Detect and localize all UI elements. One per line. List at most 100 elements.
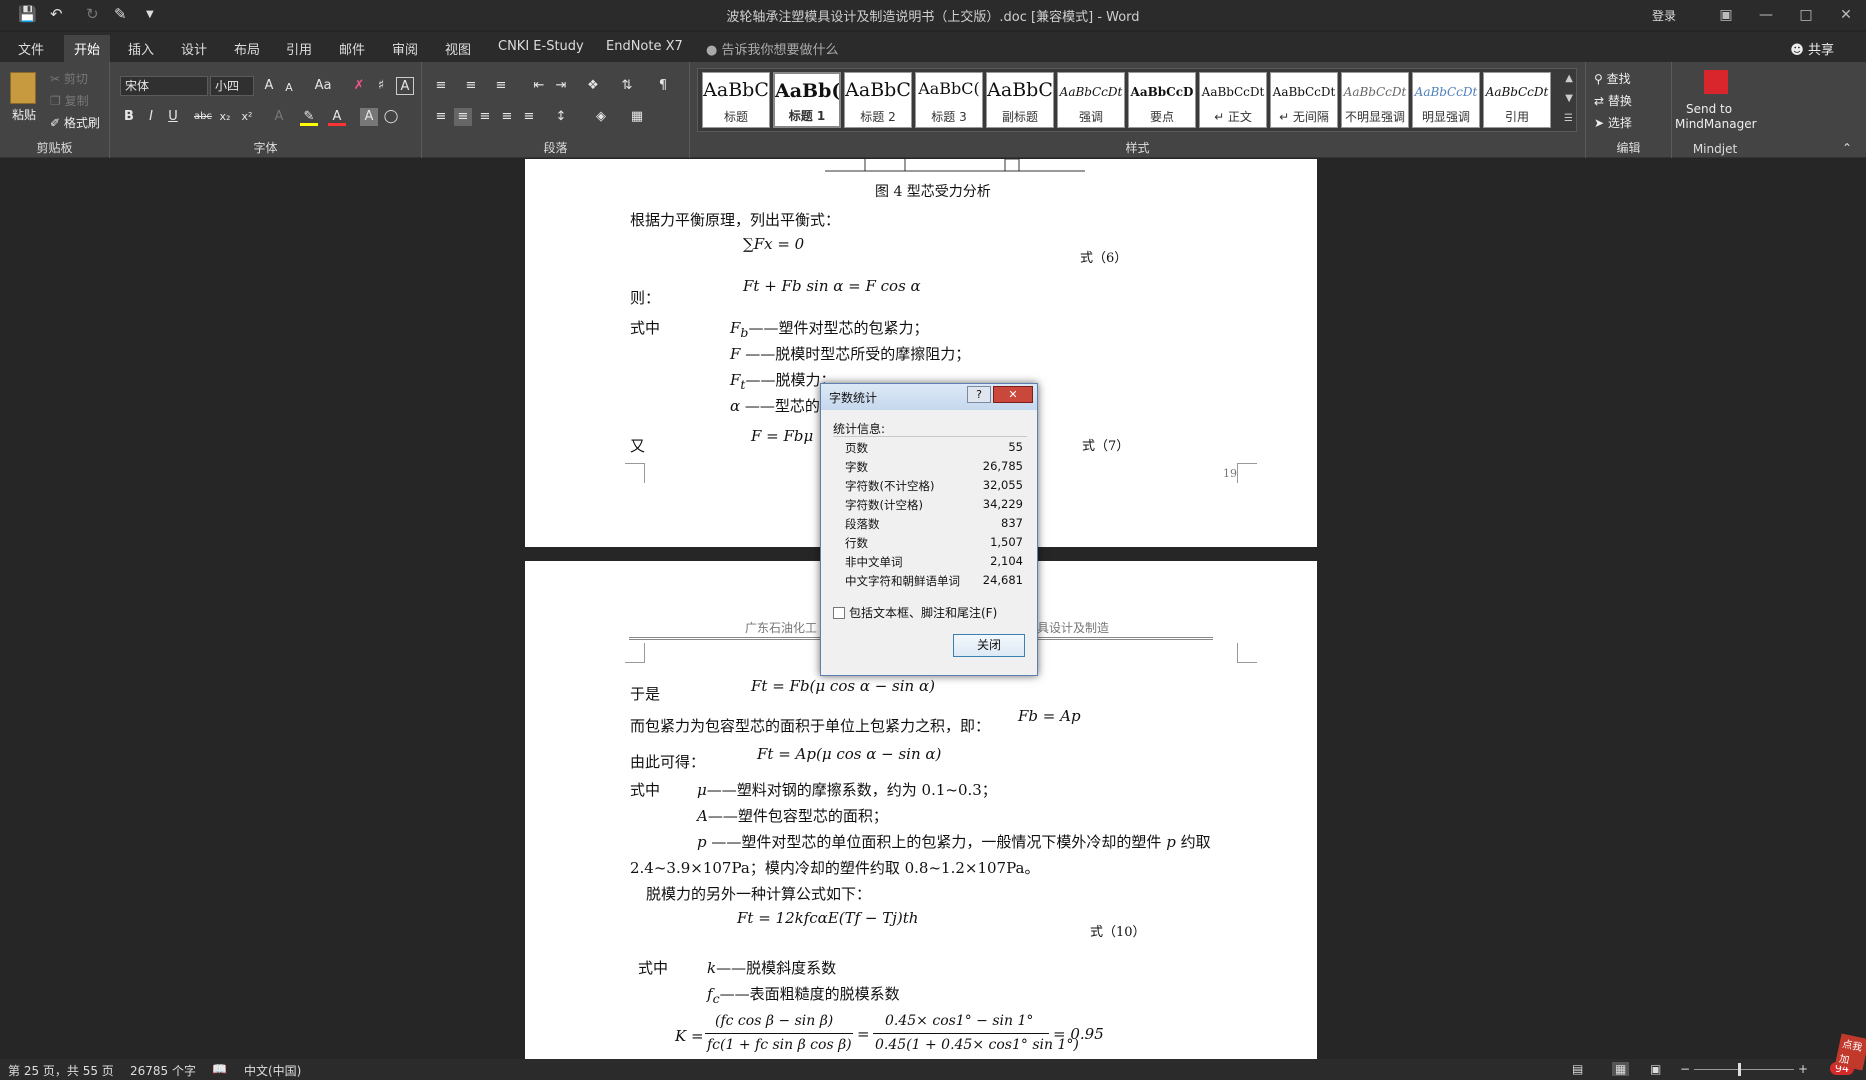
- style-subtitle[interactable]: AaBbC 副标题: [986, 72, 1054, 128]
- equation-lhs: K =: [675, 1027, 704, 1045]
- style-normal[interactable]: AaBbCcDt ↵ 正文: [1199, 72, 1267, 128]
- italic-icon[interactable]: I: [142, 108, 160, 126]
- mindmanager-icon[interactable]: [1704, 70, 1728, 94]
- strikethrough-icon[interactable]: abc: [194, 108, 212, 126]
- styles-scroll-down-icon[interactable]: ▼: [1565, 93, 1573, 104]
- tab-file[interactable]: 文件: [18, 39, 44, 58]
- corner-widget[interactable]: 点我加: [1834, 1033, 1866, 1071]
- tab-review[interactable]: 审阅: [392, 39, 418, 58]
- font-size-combo[interactable]: 小四: [210, 76, 254, 96]
- style-heading2[interactable]: AaBbC 标题 2: [844, 72, 912, 128]
- style-no-spacing[interactable]: AaBbCcDt ↵ 无间隔: [1270, 72, 1338, 128]
- zoom-in-icon[interactable]: +: [1798, 1062, 1808, 1076]
- shrink-font-icon[interactable]: A: [280, 79, 298, 97]
- read-mode-icon[interactable]: ▤: [1572, 1062, 1583, 1076]
- align-center-icon[interactable]: ≡: [454, 108, 472, 126]
- clear-format-icon[interactable]: ✗: [350, 77, 368, 95]
- include-textboxes-checkbox[interactable]: 包括文本框、脚注和尾注(F): [833, 604, 997, 621]
- char-border-icon[interactable]: A: [396, 77, 414, 95]
- tab-cnki[interactable]: CNKI E-Study: [498, 39, 584, 54]
- align-right-icon[interactable]: ≡: [476, 108, 494, 126]
- login-link[interactable]: 登录: [1652, 7, 1676, 24]
- style-intense-emphasis[interactable]: AaBbCcDt 明显强调: [1412, 72, 1480, 128]
- replace-button[interactable]: ⇄ 替换: [1594, 92, 1632, 109]
- justify-icon[interactable]: ≡: [498, 108, 516, 126]
- paste-icon[interactable]: [10, 72, 36, 104]
- align-left-icon[interactable]: ≡: [432, 108, 450, 126]
- decrease-indent-icon[interactable]: ⇤: [530, 77, 548, 95]
- print-layout-icon[interactable]: ▦: [1612, 1062, 1630, 1076]
- style-heading3[interactable]: AaBbC(标题 3: [915, 72, 983, 128]
- style-quote[interactable]: AaBbCcDt 引用: [1483, 72, 1551, 128]
- bullets-icon[interactable]: ≡: [432, 77, 450, 95]
- zoom-slider-thumb[interactable]: [1738, 1063, 1741, 1076]
- style-heading1[interactable]: AaBb(标题 1: [773, 72, 841, 128]
- font-name-combo[interactable]: 宋体: [120, 76, 208, 96]
- style-title[interactable]: AaBbC 标题: [702, 72, 770, 128]
- tab-view[interactable]: 视图: [445, 39, 471, 58]
- line-spacing-icon[interactable]: ↕: [552, 108, 570, 126]
- page-indicator[interactable]: 第 25 页，共 55 页: [8, 1062, 114, 1079]
- change-case-button[interactable]: Aa: [310, 77, 336, 95]
- checkbox-box[interactable]: [833, 607, 845, 619]
- help-button[interactable]: ?: [967, 386, 991, 403]
- bold-icon[interactable]: B: [120, 108, 138, 126]
- tab-references[interactable]: 引用: [286, 39, 312, 58]
- tab-design[interactable]: 设计: [181, 39, 207, 58]
- underline-icon[interactable]: U: [164, 108, 182, 126]
- select-button[interactable]: ➤ 选择: [1594, 114, 1632, 131]
- zoom-slider[interactable]: [1694, 1069, 1794, 1070]
- styles-scroll-up-icon[interactable]: ▲: [1565, 73, 1573, 84]
- tab-layout[interactable]: 布局: [234, 39, 260, 58]
- ribbon-tabs: 文件 开始 插入 设计 布局 引用 邮件 审阅 视图 CNKI E-Study …: [0, 32, 1866, 62]
- tab-home[interactable]: 开始: [64, 35, 111, 62]
- close-dialog-button[interactable]: 关闭: [953, 634, 1025, 657]
- collapse-ribbon-icon[interactable]: ⌃: [1842, 141, 1852, 155]
- borders-icon[interactable]: ▦: [628, 108, 646, 126]
- numbering-icon[interactable]: ≡: [462, 77, 480, 95]
- tab-mailings[interactable]: 邮件: [339, 39, 365, 58]
- mindmanager-label[interactable]: MindManager: [1675, 117, 1757, 131]
- maximize-icon[interactable]: □: [1786, 3, 1826, 27]
- tab-insert[interactable]: 插入: [128, 39, 154, 58]
- paste-button[interactable]: 粘贴: [12, 106, 36, 123]
- copy-button[interactable]: ❐ 复制: [50, 92, 89, 109]
- format-painter-button[interactable]: ✐ 格式刷: [50, 114, 100, 131]
- style-emphasis[interactable]: AaBbCcDt 强调: [1057, 72, 1125, 128]
- style-strong[interactable]: AaBbCcD 要点: [1128, 72, 1196, 128]
- phonetic-icon[interactable]: ♯: [372, 77, 390, 95]
- web-layout-icon[interactable]: ▣: [1650, 1062, 1661, 1076]
- find-button[interactable]: ⚲ 查找: [1594, 70, 1631, 87]
- sort-icon[interactable]: ⇅: [618, 77, 636, 95]
- dialog-close-icon[interactable]: ✕: [993, 386, 1033, 403]
- multilevel-list-icon[interactable]: ≡: [492, 77, 510, 95]
- minimize-icon[interactable]: —: [1746, 3, 1786, 27]
- chinese-layout-icon[interactable]: ❖: [584, 77, 602, 95]
- show-marks-icon[interactable]: ¶: [654, 77, 672, 95]
- ribbon-display-icon[interactable]: ▣: [1706, 3, 1746, 27]
- shading-icon[interactable]: ◈: [592, 108, 610, 126]
- style-subtle-emphasis[interactable]: AaBbCcDt 不明显强调: [1341, 72, 1409, 128]
- increase-indent-icon[interactable]: ⇥: [552, 77, 570, 95]
- crop-mark: [1237, 643, 1257, 663]
- char-shading-icon[interactable]: A: [360, 108, 378, 126]
- superscript-icon[interactable]: x²: [238, 108, 256, 126]
- send-to-label[interactable]: Send to: [1686, 102, 1732, 116]
- zoom-out-icon[interactable]: −: [1680, 1062, 1690, 1076]
- word-count-indicator[interactable]: 26785 个字: [130, 1062, 196, 1079]
- tell-me-box[interactable]: ● 告诉我你想要做什么: [706, 39, 839, 58]
- language-indicator[interactable]: 中文(中国): [244, 1062, 301, 1079]
- font-color-icon[interactable]: A: [328, 108, 346, 126]
- share-button[interactable]: ☻ 共享: [1790, 39, 1834, 58]
- close-window-icon[interactable]: ✕: [1826, 3, 1866, 27]
- enclose-char-icon[interactable]: ◯: [382, 108, 400, 126]
- distribute-icon[interactable]: ≡: [520, 108, 538, 126]
- proofing-icon[interactable]: 📖: [212, 1062, 227, 1076]
- highlight-icon[interactable]: ✎: [300, 108, 318, 126]
- grow-font-icon[interactable]: A: [260, 77, 278, 95]
- tab-endnote[interactable]: EndNote X7: [606, 39, 683, 54]
- subscript-icon[interactable]: x₂: [216, 108, 234, 126]
- styles-more-icon[interactable]: ☰: [1564, 113, 1573, 124]
- text-effects-icon[interactable]: A: [270, 108, 288, 126]
- cut-button[interactable]: ✂ 剪切: [50, 70, 88, 87]
